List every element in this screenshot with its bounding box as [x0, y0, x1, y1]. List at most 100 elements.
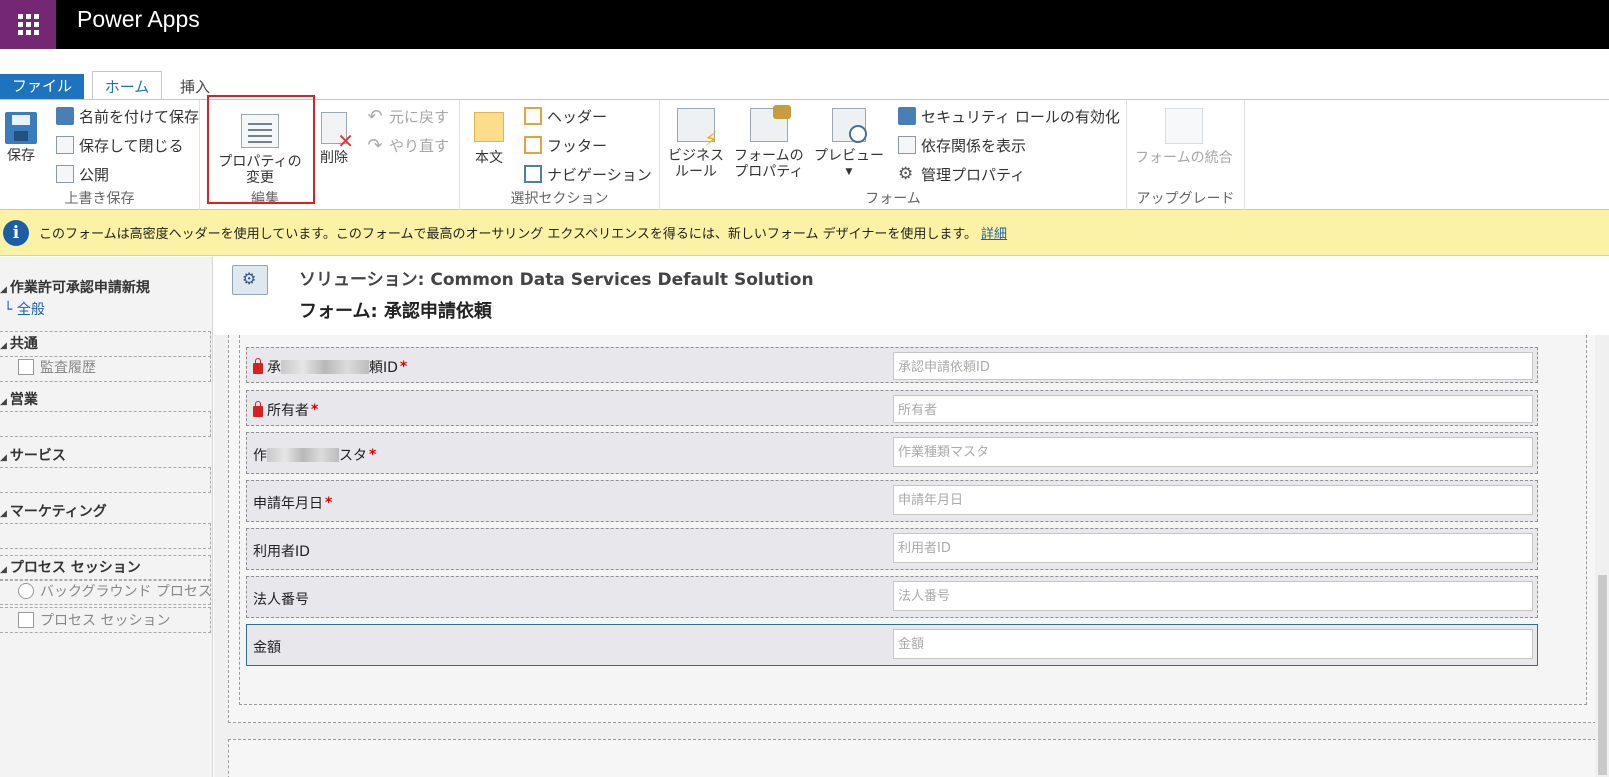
field-label: 利用者ID: [253, 544, 310, 560]
redo-icon: ↷: [367, 134, 383, 156]
field-input[interactable]: 申請年月日: [893, 485, 1533, 515]
business-rules-button[interactable]: ビジネス ルール: [668, 108, 724, 180]
lock-icon: [253, 400, 263, 417]
redo-button[interactable]: ↷ やり直す: [366, 133, 449, 157]
tab-file[interactable]: ファイル: [0, 74, 84, 99]
select-section-group: 本文 ヘッダー フッター ナビゲーション 選択セクション: [460, 100, 660, 210]
nav-item-process-session[interactable]: プロセス セッション: [18, 610, 170, 630]
info-bar: i このフォームは高密度ヘッダーを使用しています。このフォームで最高のオーサリン…: [0, 210, 1609, 256]
field-input[interactable]: 法人番号: [893, 581, 1533, 611]
delete-button[interactable]: 削除: [320, 112, 354, 166]
audit-history-icon: [18, 359, 34, 375]
scrollbar-thumb[interactable]: [1598, 575, 1607, 775]
field-input[interactable]: 承認申請依頼ID: [893, 352, 1533, 380]
nav-group-common[interactable]: ◢ 共通: [0, 333, 38, 353]
app-launcher-button[interactable]: [0, 0, 56, 49]
form-title: フォーム: 承認申請依頼: [299, 301, 492, 322]
field-row-application-date[interactable]: 申請年月日 * 申請年月日: [246, 480, 1538, 522]
save-as-button[interactable]: 名前を付けて保存: [56, 104, 199, 128]
form-properties-icon: [749, 105, 791, 142]
next-section-placeholder[interactable]: [228, 739, 1596, 777]
field-input[interactable]: 利用者ID: [893, 533, 1533, 563]
edit-group: 削除 ↶ 元に戻す ↷ やり直す 編集: [251, 100, 460, 210]
field-row-user-id[interactable]: 利用者ID 利用者ID: [246, 528, 1538, 570]
managed-properties-button[interactable]: ⚙ 管理プロパティ: [898, 162, 1025, 186]
redacted-text: [281, 360, 369, 374]
field-input[interactable]: 所有者: [893, 395, 1533, 423]
field-row-owner[interactable]: 所有者 * 所有者: [246, 390, 1538, 426]
save-close-button[interactable]: 保存して閉じる: [56, 133, 184, 157]
save-icon: [5, 112, 37, 144]
nav-empty-box: [0, 523, 211, 549]
tab-home[interactable]: ホーム: [92, 71, 162, 100]
field-input[interactable]: 作業種類マスタ: [893, 437, 1533, 467]
process-session-icon: [18, 612, 34, 628]
navigation-icon: [524, 165, 542, 183]
select-section-group-label: 選択セクション: [510, 191, 609, 207]
nav-general-link[interactable]: └ 全般: [4, 299, 45, 319]
undo-button[interactable]: ↶ 元に戻す: [366, 104, 449, 128]
body-button[interactable]: 本文: [474, 112, 504, 166]
left-navigation: ◢ 作業許可承認申請新規 └ 全般 ◢ 共通 監査履歴 ◢ 営業 ◢ サービス ◢ マーケ…: [0, 257, 213, 777]
business-rules-icon: [677, 108, 718, 147]
background-process-icon: [18, 583, 34, 599]
delete-icon: [321, 112, 354, 149]
nav-group-process-session[interactable]: ◢ プロセス セッション: [0, 557, 141, 577]
field-label: 承頼ID *: [253, 357, 407, 377]
info-icon: i: [3, 219, 29, 246]
field-row-corporate-number[interactable]: 法人番号 法人番号: [246, 576, 1538, 618]
entity-icon: [232, 265, 268, 295]
waffle-icon: [17, 14, 39, 35]
field-row-request-id[interactable]: 承頼ID * 承認申請依頼ID: [246, 347, 1538, 383]
form-editor: ソリューション: Common Data Services Default So…: [214, 257, 1609, 777]
undo-icon: ↶: [367, 105, 383, 127]
nav-group-marketing[interactable]: ◢ マーケティング: [0, 501, 107, 521]
upgrade-group: フォームの統合 アップグレード: [1127, 100, 1245, 210]
field-row-work-type[interactable]: 作スタ * 作業種類マスタ: [246, 432, 1538, 474]
field-label: 申請年月日 *: [253, 495, 333, 512]
merge-forms-icon: [1164, 108, 1203, 144]
merge-forms-button[interactable]: フォームの統合: [1135, 108, 1233, 166]
form-group: ビジネス ルール フォームの プロパティ プレビュー ▼ セキュリティ ロールの…: [660, 100, 1127, 210]
nav-item-background-process[interactable]: バックグラウンド プロセス: [18, 581, 212, 601]
nav-group-service[interactable]: ◢ サービス: [0, 445, 66, 465]
lock-icon: [253, 357, 263, 374]
field-label: 法人番号: [253, 592, 309, 608]
dependencies-icon: [898, 136, 916, 154]
save-close-icon: [56, 136, 74, 154]
navigation-button[interactable]: ナビゲーション: [524, 162, 652, 186]
info-details-link[interactable]: 詳細: [981, 223, 1007, 242]
nav-group-sales[interactable]: ◢ 営業: [0, 389, 38, 409]
chevron-down-icon: ▼: [845, 167, 853, 177]
publish-button[interactable]: 公開: [56, 162, 109, 186]
app-title[interactable]: Power Apps: [77, 6, 200, 33]
entity-title[interactable]: ◢ 作業許可承認申請新規: [0, 277, 150, 297]
field-label: 金額: [253, 640, 281, 656]
field-label: 作スタ *: [253, 447, 377, 464]
form-header: ソリューション: Common Data Services Default So…: [214, 257, 1609, 335]
enable-security-roles-button[interactable]: セキュリティ ロールの有効化: [898, 104, 1120, 128]
upgrade-group-label: アップグレード: [1136, 191, 1235, 207]
save-button[interactable]: 保存: [5, 112, 37, 164]
nav-item-audit-history[interactable]: 監査履歴: [18, 357, 96, 377]
header-icon: [524, 107, 542, 125]
form-properties-button[interactable]: フォームの プロパティ: [734, 105, 804, 180]
save-group: 保存 名前を付けて保存 保存して閉じる 公開 上書き保存: [0, 100, 200, 210]
security-roles-icon: [898, 107, 916, 125]
field-input[interactable]: 金額: [893, 629, 1533, 659]
header-button[interactable]: ヘッダー: [524, 104, 607, 128]
ribbon-tabs: ファイル ホーム 挿入: [0, 49, 1609, 100]
show-dependencies-button[interactable]: 依存関係を表示: [898, 133, 1026, 157]
top-bar: Power Apps: [0, 0, 1609, 49]
form-tab-canvas[interactable]: 承頼ID* 承認申請依頼ID 所有者* 所有者 作スタ* 作業種類マスタ: [228, 335, 1596, 723]
form-section[interactable]: 承頼ID* 承認申請依頼ID 所有者* 所有者 作スタ* 作業種類マスタ: [239, 335, 1587, 705]
highlight-annotation: [207, 95, 315, 204]
info-text: このフォームは高密度ヘッダーを使用しています。このフォームで最高のオーサリング …: [39, 227, 978, 242]
redacted-text: [267, 448, 339, 462]
field-row-amount[interactable]: 金額 金額: [246, 624, 1538, 666]
vertical-scrollbar[interactable]: [1595, 335, 1609, 777]
field-label: 所有者 *: [253, 400, 318, 420]
footer-button[interactable]: フッター: [524, 133, 607, 157]
preview-button[interactable]: プレビュー ▼: [814, 108, 884, 180]
gear-icon: ⚙: [898, 164, 914, 184]
